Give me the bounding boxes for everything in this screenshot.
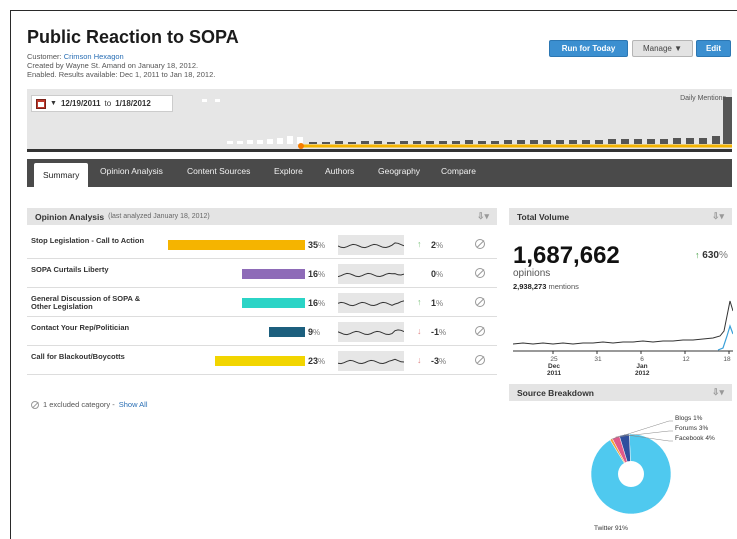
opinion-row[interactable]: General Discussion of SOPA & Other Legis… xyxy=(27,288,497,317)
monitor-meta: Customer: Crimson Hexagon Created by Way… xyxy=(27,52,215,79)
opinion-change: 1% xyxy=(431,298,444,308)
exclude-icon[interactable] xyxy=(475,355,485,365)
total-opinions-value: 1,687,662 xyxy=(513,242,620,269)
manage-dropdown-button[interactable]: Manage ▼ xyxy=(632,40,693,57)
created-line: Created by Wayne St. Amand on January 18… xyxy=(27,61,199,70)
axis-tick: 25 Dec 2011 xyxy=(547,356,562,377)
opinion-row[interactable]: Contact Your Rep/Politician 9% ↓ -1% xyxy=(27,317,497,346)
tab-content-sources[interactable]: Content Sources xyxy=(187,166,250,176)
opinion-analysis-title: Opinion Analysis xyxy=(35,211,105,222)
axis-tick: 18 xyxy=(723,356,731,363)
opinion-percent: 16% xyxy=(308,269,326,279)
opinion-change: 0% xyxy=(431,269,444,279)
total-volume-header: Total Volume ⇩▾ xyxy=(509,208,732,225)
opinion-label[interactable]: Contact Your Rep/Politician xyxy=(31,324,161,332)
pie-slice-label: Facebook 4% xyxy=(675,435,715,442)
download-icon[interactable]: ⇩▾ xyxy=(712,211,724,222)
opinion-label[interactable]: Call for Blackout/Boycotts xyxy=(31,353,161,361)
opinion-bar xyxy=(215,356,305,366)
chevron-down-icon: ▼ xyxy=(50,100,57,107)
tab-geography[interactable]: Geography xyxy=(378,166,420,176)
opinion-row[interactable]: Stop Legislation - Call to Action 35% ↑ 2% xyxy=(27,230,497,259)
up-arrow-icon: ↑ xyxy=(695,250,700,260)
date-from: 12/19/2011 xyxy=(60,99,101,108)
opinion-bar xyxy=(242,269,305,279)
change-arrow-icon: ↓ xyxy=(417,355,422,365)
mentions-line: 2,938,273 mentions xyxy=(513,282,579,291)
excluded-text: 1 excluded category - xyxy=(43,400,115,409)
source-breakdown-title: Source Breakdown xyxy=(517,387,594,398)
opinion-change: -1% xyxy=(431,327,447,337)
download-icon[interactable]: ⇩▾ xyxy=(477,211,489,222)
opinion-bar xyxy=(242,298,305,308)
exclude-icon[interactable] xyxy=(475,268,485,278)
total-volume-chart xyxy=(513,300,733,354)
opinion-percent: 35% xyxy=(308,240,326,250)
opinion-percent: 23% xyxy=(308,356,326,366)
calendar-icon xyxy=(36,98,46,109)
opinion-row[interactable]: SOPA Curtails Liberty 16% 0% xyxy=(27,259,497,288)
pie-slice-label: Twitter 91% xyxy=(594,525,628,532)
opinion-percent: 9% xyxy=(308,327,321,337)
change-arrow-icon: ↓ xyxy=(417,326,422,336)
opinion-bar xyxy=(269,327,305,337)
axis-tick: 12 xyxy=(682,356,690,363)
opinion-sparkline xyxy=(338,235,404,255)
edit-button[interactable]: Edit xyxy=(696,40,731,57)
opinion-bar xyxy=(168,240,305,250)
show-all-link[interactable]: Show All xyxy=(119,400,148,409)
opinion-label[interactable]: SOPA Curtails Liberty xyxy=(31,266,161,274)
page-title: Public Reaction to SOPA xyxy=(27,27,239,47)
app-frame: Public Reaction to SOPA Customer: Crimso… xyxy=(10,10,737,539)
mentions-value: 2,938,273 xyxy=(513,282,547,291)
total-volume-title: Total Volume xyxy=(517,211,570,222)
opinion-row[interactable]: Call for Blackout/Boycotts 23% ↓ -3% xyxy=(27,346,497,375)
opinion-sparkline xyxy=(338,351,404,371)
source-breakdown-pie xyxy=(590,420,673,515)
pie-slice-label: Forums 3% xyxy=(675,425,709,432)
tab-summary[interactable]: Summary xyxy=(34,163,89,187)
axis-tick: 31 xyxy=(594,356,602,363)
axis-tick: 6 Jan 2012 xyxy=(635,356,650,377)
opinion-sparkline xyxy=(338,322,404,342)
opinion-percent: 16% xyxy=(308,298,326,308)
tab-bar: Summary Opinion Analysis Content Sources… xyxy=(27,159,732,187)
tab-compare[interactable]: Compare xyxy=(441,166,476,176)
daily-mentions-label: Daily Mentions xyxy=(680,95,726,102)
volume-change-unit: % xyxy=(718,250,728,261)
mentions-label: mentions xyxy=(548,282,579,291)
opinions-label: opinions xyxy=(513,268,551,279)
volume-change: ↑ 630% xyxy=(695,250,728,261)
run-for-today-button[interactable]: Run for Today xyxy=(549,40,628,57)
opinion-label[interactable]: Stop Legislation - Call to Action xyxy=(31,237,161,245)
opinion-change: 2% xyxy=(431,240,444,250)
opinion-analysis-header: Opinion Analysis (last analyzed January … xyxy=(27,208,497,225)
date-to-word: to xyxy=(104,99,112,108)
exclude-icon[interactable] xyxy=(475,297,485,307)
tab-explore[interactable]: Explore xyxy=(274,166,303,176)
download-icon[interactable]: ⇩▾ xyxy=(712,387,724,398)
pie-slice-label: Blogs 1% xyxy=(675,415,703,422)
opinion-sparkline xyxy=(338,264,404,284)
opinion-change: -3% xyxy=(431,356,447,366)
customer-link[interactable]: Crimson Hexagon xyxy=(64,52,124,61)
change-arrow-icon: ↑ xyxy=(417,239,422,249)
date-range-picker[interactable]: ▼ 12/19/2011 to 1/18/2012 xyxy=(31,95,173,112)
opinion-sparkline xyxy=(338,293,404,313)
enabled-line: Enabled. Results available: Dec 1, 2011 … xyxy=(27,70,216,79)
change-arrow-icon: ↑ xyxy=(417,297,422,307)
excluded-icon xyxy=(31,400,39,409)
source-breakdown-header: Source Breakdown ⇩▾ xyxy=(509,384,732,401)
excluded-categories: 1 excluded category - Show All xyxy=(31,400,148,409)
tab-authors[interactable]: Authors xyxy=(325,166,354,176)
opinion-label[interactable]: General Discussion of SOPA & Other Legis… xyxy=(31,295,161,311)
exclude-icon[interactable] xyxy=(475,239,485,249)
timeline-panel[interactable]: ▼ 12/19/2011 to 1/18/2012 Daily Mentions xyxy=(27,89,732,152)
exclude-icon[interactable] xyxy=(475,326,485,336)
opinion-analysis-subtitle: (last analyzed January 18, 2012) xyxy=(108,213,210,220)
tab-opinion-analysis[interactable]: Opinion Analysis xyxy=(100,166,163,176)
volume-change-value: 630 xyxy=(702,250,719,261)
customer-prefix: Customer: xyxy=(27,52,62,61)
date-to: 1/18/2012 xyxy=(115,99,151,108)
